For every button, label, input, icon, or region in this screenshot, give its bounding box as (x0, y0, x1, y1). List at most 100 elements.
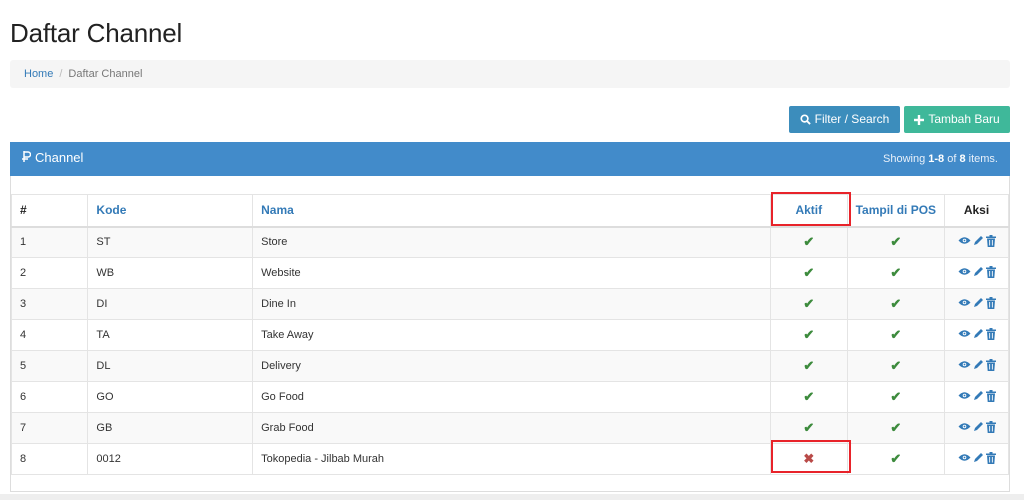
row-number: 8 (10, 443, 89, 475)
pencil-icon[interactable] (973, 390, 984, 404)
eye-icon[interactable] (958, 329, 971, 341)
eye-icon[interactable] (958, 422, 971, 434)
row-tampil-di-pos: ✔ (846, 319, 946, 351)
pagination-summary: Showing 1-8 of 8 items. (883, 142, 998, 176)
column-header-tampil-di-pos[interactable]: Tampil di POS (846, 194, 946, 228)
filter-search-label: Filter / Search (814, 112, 890, 126)
table-row: 2 WB Website ✔ ✔ (10, 257, 1009, 289)
check-icon: ✔ (803, 358, 815, 373)
column-header-number: # (10, 194, 89, 228)
trash-icon[interactable] (985, 358, 996, 374)
table-row: 8 0012 Tokopedia - Jilbab Murah ✖ ✔ (10, 443, 1009, 475)
check-icon: ✔ (890, 265, 902, 280)
check-icon: ✔ (890, 389, 902, 404)
row-tampil-di-pos: ✔ (846, 288, 946, 320)
check-icon: ✔ (803, 420, 815, 435)
summary-suffix: items. (965, 153, 998, 165)
column-header-nama[interactable]: Nama (252, 194, 771, 228)
row-actions (944, 412, 1009, 444)
eye-icon[interactable] (958, 360, 971, 372)
trash-icon[interactable] (985, 296, 996, 312)
row-actions (944, 226, 1009, 258)
row-kode: TA (87, 319, 254, 351)
pencil-icon[interactable] (973, 297, 984, 311)
row-aktif: ✖ (769, 443, 848, 475)
row-aktif: ✔ (769, 350, 848, 382)
row-action-group (958, 327, 996, 343)
panel-title-text: Channel (35, 150, 84, 165)
table-row: 6 GO Go Food ✔ ✔ (10, 381, 1009, 413)
row-nama: Grab Food (252, 412, 771, 444)
trash-icon[interactable] (985, 451, 996, 467)
row-tampil-di-pos: ✔ (846, 257, 946, 289)
row-number: 2 (10, 257, 89, 289)
row-kode: GB (87, 412, 254, 444)
row-action-group (958, 296, 996, 312)
eye-icon[interactable] (958, 298, 971, 310)
row-kode: ST (87, 226, 254, 258)
row-tampil-di-pos: ✔ (846, 381, 946, 413)
row-action-group (958, 358, 996, 374)
row-aktif: ✔ (769, 412, 848, 444)
row-actions (944, 381, 1009, 413)
row-number: 3 (10, 288, 89, 320)
check-icon: ✔ (890, 451, 902, 466)
column-header-aktif[interactable]: Aktif (769, 194, 848, 228)
summary-prefix: Showing (883, 153, 929, 165)
row-action-group (958, 234, 996, 250)
trash-icon[interactable] (985, 327, 996, 343)
add-new-button[interactable]: Tambah Baru (904, 106, 1010, 133)
pencil-icon[interactable] (973, 266, 984, 280)
table-row: 3 DI Dine In ✔ ✔ (10, 288, 1009, 320)
page: Daftar Channel Home / Daftar Channel Filte… (0, 0, 1024, 500)
trash-icon[interactable] (985, 420, 996, 436)
cross-icon: ✖ (803, 451, 815, 466)
row-actions (944, 257, 1009, 289)
eye-icon[interactable] (958, 453, 971, 465)
pencil-icon[interactable] (973, 235, 984, 249)
table-body: 1 ST Store ✔ ✔ 2 WB Website ✔ ✔ 3 DI Dine In ✔ ✔ 4 TA Tak… (10, 226, 1009, 475)
row-aktif: ✔ (769, 381, 848, 413)
channel-panel: Channel Showing 1-8 of 8 items. # Kode N… (10, 142, 1010, 492)
row-kode: DL (87, 350, 254, 382)
row-nama: Delivery (252, 350, 771, 382)
row-action-group (958, 451, 996, 467)
breadcrumb-home-link[interactable]: Home (24, 68, 53, 80)
check-icon: ✔ (803, 265, 815, 280)
check-icon: ✔ (890, 358, 902, 373)
breadcrumb: Home / Daftar Channel (10, 60, 1010, 88)
pencil-icon[interactable] (973, 452, 984, 466)
breadcrumb-separator: / (59, 68, 63, 80)
table-row: 7 GB Grab Food ✔ ✔ (10, 412, 1009, 444)
row-number: 7 (10, 412, 89, 444)
column-header-kode[interactable]: Kode (87, 194, 254, 228)
row-nama: Tokopedia - Jilbab Murah (252, 443, 771, 475)
row-aktif: ✔ (769, 226, 848, 258)
table-header-row: # Kode Nama Aktif Tampil di POS Aksi (10, 194, 1009, 228)
row-action-group (958, 389, 996, 405)
table-row: 5 DL Delivery ✔ ✔ (10, 350, 1009, 382)
pencil-icon[interactable] (973, 328, 984, 342)
check-icon: ✔ (803, 327, 815, 342)
row-kode: DI (87, 288, 254, 320)
check-icon: ✔ (803, 389, 815, 404)
row-action-group (958, 265, 996, 281)
filter-search-button[interactable]: Filter / Search (789, 106, 900, 133)
check-icon: ✔ (890, 234, 902, 250)
row-actions (944, 288, 1009, 320)
trash-icon[interactable] (985, 389, 996, 405)
bottom-scroll-strip (0, 494, 1024, 500)
breadcrumb-current: Daftar Channel (68, 68, 143, 80)
trash-icon[interactable] (985, 234, 996, 250)
table-row: 1 ST Store ✔ ✔ (10, 226, 1009, 258)
eye-icon[interactable] (958, 391, 971, 403)
pencil-icon[interactable] (973, 421, 984, 435)
eye-icon[interactable] (958, 236, 971, 248)
trash-icon[interactable] (985, 265, 996, 281)
pencil-icon[interactable] (973, 359, 984, 373)
row-tampil-di-pos: ✔ (846, 412, 946, 444)
eye-icon[interactable] (958, 267, 971, 279)
row-action-group (958, 420, 996, 436)
panel-heading: Channel Showing 1-8 of 8 items. (10, 142, 1010, 176)
channel-table: # Kode Nama Aktif Tampil di POS Aksi 1 ST… (10, 194, 1009, 475)
